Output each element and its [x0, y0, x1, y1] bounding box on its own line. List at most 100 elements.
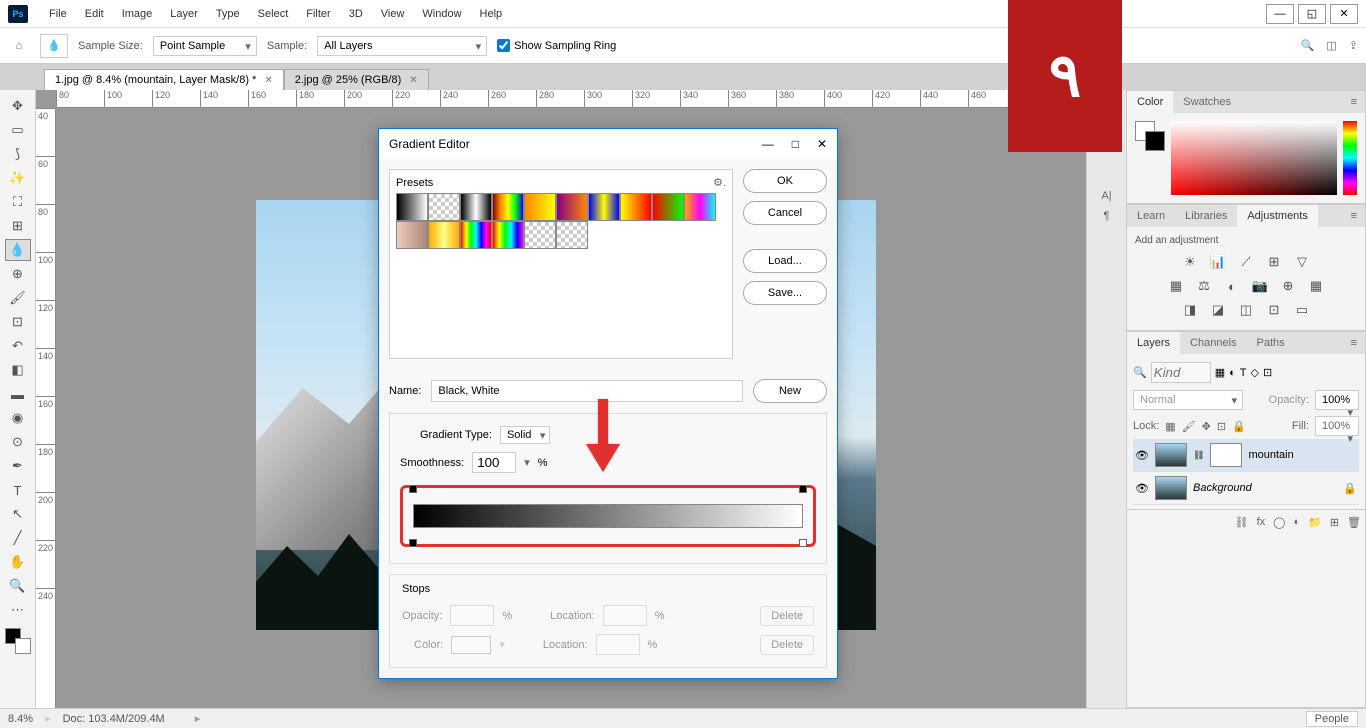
smoothness-input[interactable] [472, 452, 516, 473]
close-button[interactable]: ✕ [1330, 4, 1358, 24]
mixer-icon[interactable]: ⊕ [1279, 278, 1297, 294]
lookup-icon[interactable]: ▦ [1307, 278, 1325, 294]
lock-all-icon[interactable]: 🔒 [1232, 420, 1246, 433]
document-tab-1[interactable]: 1.jpg @ 8.4% (mountain, Layer Mask/8) * … [44, 69, 284, 90]
preset-swatch[interactable] [460, 193, 492, 221]
crop-tool[interactable]: ⛶ [5, 191, 31, 213]
menu-select[interactable]: Select [249, 8, 298, 20]
menu-view[interactable]: View [372, 8, 414, 20]
tab-libraries[interactable]: Libraries [1175, 205, 1237, 227]
new-layer-icon[interactable]: ⊞ [1330, 516, 1339, 529]
ok-button[interactable]: OK [743, 169, 827, 193]
layer-filter-input[interactable] [1151, 362, 1211, 383]
delete-stop-button[interactable]: Delete [760, 635, 814, 655]
preset-swatch[interactable] [652, 193, 684, 221]
tab-close-icon[interactable]: ✕ [409, 75, 417, 86]
stop-location-input[interactable] [603, 605, 647, 626]
preset-swatch[interactable] [460, 221, 492, 249]
visibility-icon[interactable]: 👁 [1135, 482, 1149, 495]
link-layers-icon[interactable]: ⛓ [1235, 516, 1249, 529]
fx-icon[interactable]: fx [1257, 516, 1266, 529]
preset-swatch[interactable] [556, 193, 588, 221]
bw-icon[interactable]: ◐ [1223, 278, 1241, 294]
move-tool[interactable]: ✥ [5, 95, 31, 117]
selective-icon[interactable]: ⊡ [1265, 302, 1283, 318]
blur-tool[interactable]: ◉ [5, 407, 31, 429]
gradient-bar-editor[interactable] [400, 485, 816, 547]
shape-tool[interactable]: ╱ [5, 527, 31, 549]
eyedropper-tool[interactable]: 💧 [5, 239, 31, 261]
preset-swatch[interactable] [428, 221, 460, 249]
history-brush-tool[interactable]: ↶ [5, 335, 31, 357]
layer-thumb[interactable] [1155, 443, 1187, 467]
eraser-tool[interactable]: ◧ [5, 359, 31, 381]
maximize-button[interactable]: ◱ [1298, 4, 1326, 24]
threshold-icon[interactable]: ◫ [1237, 302, 1255, 318]
lock-trans-icon[interactable]: ▦ [1165, 420, 1175, 433]
sampling-ring-checkbox[interactable]: Show Sampling Ring [497, 39, 616, 52]
adjustment-layer-icon[interactable]: ◐ [1293, 516, 1300, 529]
home-icon[interactable]: ⌂ [8, 35, 30, 57]
gradient-name-input[interactable] [431, 380, 743, 402]
dodge-tool[interactable]: ⊙ [5, 431, 31, 453]
panel-menu-icon[interactable]: ≡ [1343, 91, 1365, 113]
preset-swatch[interactable] [684, 193, 716, 221]
tab-adjustments[interactable]: Adjustments [1237, 205, 1318, 227]
stop-opacity-input[interactable] [450, 605, 494, 626]
sampling-ring-input[interactable] [497, 39, 510, 52]
lock-move-icon[interactable]: ✥ [1202, 420, 1211, 433]
character-icon[interactable]: A| [1101, 190, 1111, 202]
balance-icon[interactable]: ⚖ [1195, 278, 1213, 294]
tab-learn[interactable]: Learn [1127, 205, 1175, 227]
menu-help[interactable]: Help [471, 8, 512, 20]
brush-tool[interactable]: 🖌 [5, 287, 31, 309]
mask-thumb[interactable] [1210, 443, 1242, 467]
mask-icon[interactable]: ◯ [1273, 516, 1285, 529]
marquee-tool[interactable]: ▭ [5, 119, 31, 141]
search-icon[interactable]: 🔍 [1301, 39, 1315, 52]
tab-paths[interactable]: Paths [1247, 332, 1295, 354]
new-button[interactable]: New [753, 379, 827, 403]
paragraph-icon[interactable]: ¶ [1104, 210, 1110, 222]
preset-swatch[interactable] [396, 193, 428, 221]
preset-swatch[interactable] [492, 193, 524, 221]
stop-location-input[interactable] [596, 634, 640, 655]
color-stop-right[interactable] [799, 539, 807, 547]
tool-preset-icon[interactable]: 💧 [40, 34, 68, 58]
panel-menu-icon[interactable]: ≡ [1343, 332, 1365, 354]
path-tool[interactable]: ↖ [5, 503, 31, 525]
tab-channels[interactable]: Channels [1180, 332, 1246, 354]
hue-slider[interactable] [1343, 121, 1357, 195]
preset-swatch[interactable] [556, 221, 588, 249]
curves-icon[interactable]: ⟋ [1237, 254, 1255, 270]
fill-value[interactable]: 100% [1315, 416, 1359, 436]
menu-type[interactable]: Type [207, 8, 249, 20]
invert-icon[interactable]: ◨ [1181, 302, 1199, 318]
menu-file[interactable]: File [40, 8, 76, 20]
opacity-stop-left[interactable] [409, 485, 417, 493]
menu-filter[interactable]: Filter [297, 8, 339, 20]
share-icon[interactable]: ⇪ [1349, 39, 1358, 52]
stamp-tool[interactable]: ⊡ [5, 311, 31, 333]
stop-color-swatch[interactable] [451, 636, 491, 654]
color-fgbg[interactable] [1135, 121, 1165, 151]
layer-background[interactable]: 👁 Background 🔒 [1133, 472, 1359, 505]
cancel-button[interactable]: Cancel [743, 201, 827, 225]
dialog-minimize-icon[interactable]: — [762, 137, 774, 151]
menu-image[interactable]: Image [113, 8, 162, 20]
delete-layer-icon[interactable]: 🗑 [1347, 516, 1361, 529]
color-field[interactable] [1171, 121, 1337, 195]
filter-shape-icon[interactable]: ◇ [1251, 366, 1259, 379]
lock-nest-icon[interactable]: ⊡ [1217, 420, 1226, 433]
dialog-titlebar[interactable]: Gradient Editor — □ ✕ [379, 129, 837, 159]
opacity-stop-right[interactable] [799, 485, 807, 493]
color-stop-left[interactable] [409, 539, 417, 547]
filter-type-icon[interactable]: T [1240, 367, 1247, 379]
dialog-close-icon[interactable]: ✕ [817, 137, 827, 151]
type-tool[interactable]: T [5, 479, 31, 501]
hand-tool[interactable]: ✋ [5, 551, 31, 573]
workspace-icon[interactable]: ◫ [1326, 39, 1336, 52]
gradient-tool[interactable]: ▬ [5, 383, 31, 405]
load-button[interactable]: Load... [743, 249, 827, 273]
menu-edit[interactable]: Edit [76, 8, 113, 20]
